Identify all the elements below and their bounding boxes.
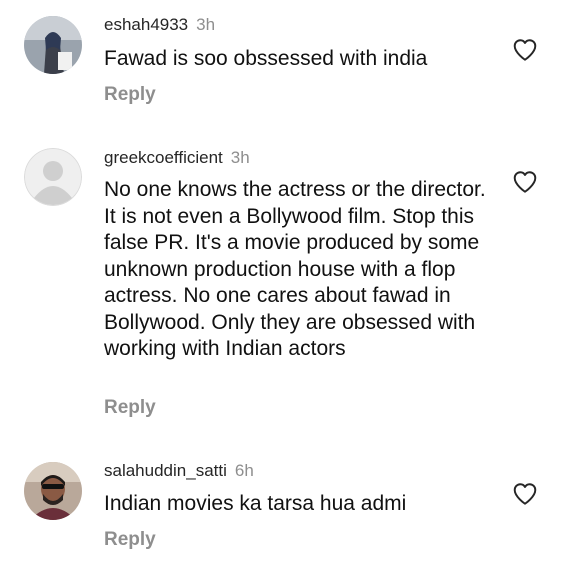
comment-text: Indian movies ka tarsa hua admi bbox=[104, 492, 407, 515]
comment-username[interactable]: eshah4933 bbox=[104, 15, 188, 34]
heart-icon[interactable] bbox=[512, 481, 538, 507]
reply-button[interactable]: Reply bbox=[104, 529, 156, 551]
reply-button[interactable]: Reply bbox=[104, 84, 156, 106]
user-photo-avatar-icon bbox=[24, 16, 82, 74]
comment-username[interactable]: salahuddin_satti bbox=[104, 461, 227, 480]
default-profile-avatar-icon bbox=[24, 148, 82, 206]
reply-button[interactable]: Reply bbox=[104, 397, 156, 419]
avatar[interactable] bbox=[24, 148, 82, 206]
heart-icon[interactable] bbox=[512, 37, 538, 63]
comment-text: No one knows the actress or the director… bbox=[104, 178, 486, 360]
comment-timestamp: 3h bbox=[196, 15, 216, 34]
comment-username[interactable]: greekcoefficient bbox=[104, 148, 223, 167]
comment-timestamp: 6h bbox=[234, 461, 254, 480]
user-photo-avatar-icon bbox=[24, 462, 82, 520]
comment-timestamp: 3h bbox=[230, 148, 250, 167]
avatar[interactable] bbox=[24, 16, 82, 74]
heart-icon[interactable] bbox=[512, 169, 538, 195]
comment-text: Fawad is soo obssessed with india bbox=[104, 47, 428, 70]
avatar[interactable] bbox=[24, 462, 82, 520]
